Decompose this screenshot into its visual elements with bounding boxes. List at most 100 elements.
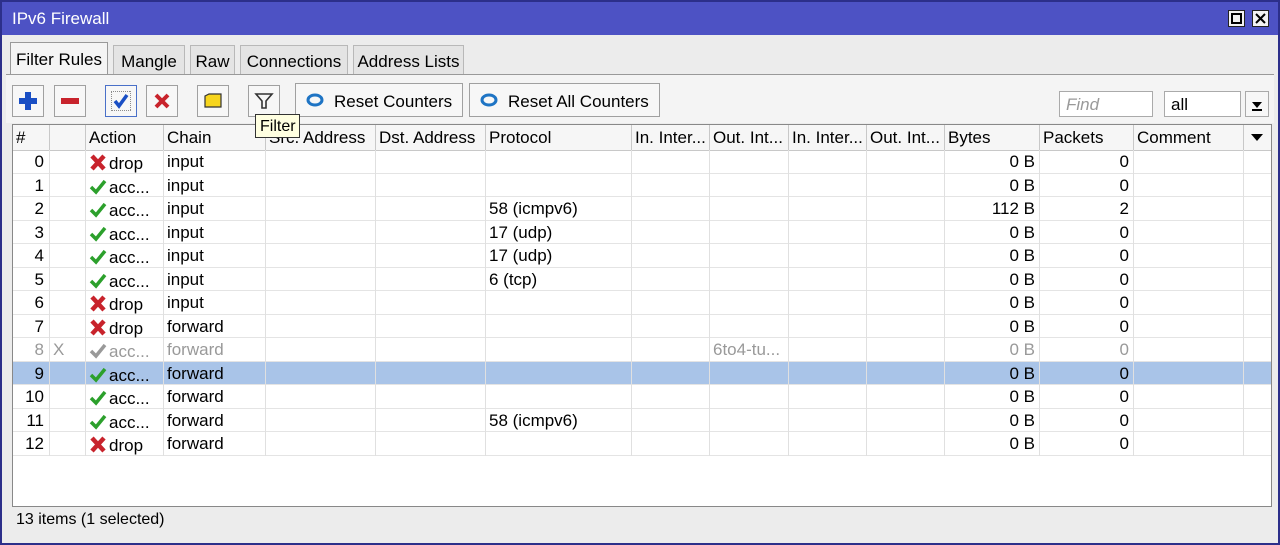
cell-bytes: 0 B [945, 267, 1040, 291]
action-label: acc... [109, 342, 150, 361]
dropdown-arrow-icon [1252, 102, 1262, 111]
table-row[interactable]: 5 acc... input 6 (tcp) 0 B0 [13, 267, 1271, 291]
disable-button[interactable] [146, 85, 178, 117]
cell-dst-address [376, 408, 486, 432]
cell-index: 9 [13, 361, 50, 385]
column-header-action[interactable]: Action [86, 125, 164, 150]
column-header-chain[interactable]: Chain [164, 125, 266, 150]
column-header-out-interface-list[interactable]: Out. Int... [867, 125, 945, 150]
table-row[interactable]: 12 drop forward 0 B0 [13, 432, 1271, 456]
chevron-down-icon [1251, 134, 1263, 141]
maximize-button[interactable] [1228, 10, 1245, 27]
cell-action: acc... [86, 408, 164, 432]
cell-action: drop [86, 314, 164, 338]
tab-raw[interactable]: Raw [190, 45, 235, 75]
status-bar: 13 items (1 selected) [16, 511, 165, 528]
table-row[interactable]: 10 acc... forward 0 B0 [13, 385, 1271, 409]
tab-mangle[interactable]: Mangle [113, 45, 185, 75]
cell-in-interface-list [789, 197, 867, 221]
cell-out-interface-list [867, 432, 945, 456]
reset-counters-button[interactable]: Reset Counters [295, 83, 463, 117]
cell-out-interface-list [867, 385, 945, 409]
cell-dst-address [376, 244, 486, 268]
column-header-comment[interactable]: Comment [1134, 125, 1244, 150]
table-row[interactable]: 3 acc... input 17 (udp) 0 B0 [13, 220, 1271, 244]
cell-comment [1134, 408, 1244, 432]
table-row[interactable]: 2 acc... input 58 (icmpv6) 112 B2 [13, 197, 1271, 221]
cell-comment [1134, 338, 1244, 362]
close-button[interactable] [1252, 10, 1269, 27]
tab-address-lists[interactable]: Address Lists [353, 45, 464, 75]
table-row[interactable]: 1 acc... input 0 B0 [13, 173, 1271, 197]
cell-dst-address [376, 173, 486, 197]
cell-in-interface [632, 408, 710, 432]
remove-button[interactable] [54, 85, 86, 117]
cell-index: 12 [13, 432, 50, 456]
cell-in-interface-list [789, 291, 867, 315]
cell-in-interface-list [789, 432, 867, 456]
cell-action: acc... [86, 267, 164, 291]
drop-icon [90, 436, 106, 453]
maximize-icon [1231, 13, 1242, 24]
title-bar[interactable]: IPv6 Firewall [2, 2, 1278, 35]
accept-icon [89, 367, 107, 383]
table-row[interactable]: 11 acc... forward 58 (icmpv6) 0 B0 [13, 408, 1271, 432]
cell-packets: 0 [1040, 291, 1134, 315]
cell-comment [1134, 314, 1244, 338]
table-row[interactable]: 6 drop input 0 B0 [13, 291, 1271, 315]
cell-src-address [266, 385, 376, 409]
table-row[interactable]: 4 acc... input 17 (udp) 0 B0 [13, 244, 1271, 268]
column-menu-button[interactable] [1244, 125, 1271, 150]
close-icon [1255, 13, 1266, 24]
column-header-dst-address[interactable]: Dst. Address [376, 125, 486, 150]
table-row[interactable]: 7 drop forward 0 B0 [13, 314, 1271, 338]
cell-bytes: 0 B [945, 220, 1040, 244]
tab-connections[interactable]: Connections [240, 45, 348, 75]
accept-icon [89, 390, 107, 406]
enable-button[interactable] [105, 85, 137, 117]
filter-dropdown-button[interactable] [1245, 91, 1269, 117]
cell-in-interface-list [789, 267, 867, 291]
cell-protocol [486, 173, 632, 197]
column-header-in-interface[interactable]: In. Inter... [632, 125, 710, 150]
column-header-index[interactable]: # [13, 125, 50, 150]
column-header-flag[interactable] [50, 125, 86, 150]
cell-index: 8 [13, 338, 50, 362]
cell-src-address [266, 408, 376, 432]
reset-all-counters-button[interactable]: Reset All Counters [469, 83, 660, 117]
cell-dst-address [376, 150, 486, 174]
column-header-in-interface-list[interactable]: In. Inter... [789, 125, 867, 150]
cell-index: 10 [13, 385, 50, 409]
cell-in-interface [632, 244, 710, 268]
filter-select[interactable]: all [1164, 91, 1241, 117]
cell-chain: forward [164, 361, 266, 385]
remove-icon [61, 98, 79, 104]
filter-button[interactable] [248, 85, 280, 117]
cell-in-interface [632, 291, 710, 315]
accept-icon [89, 343, 107, 359]
ipv6-firewall-window: IPv6 Firewall Filter Rules Mangle Raw Co… [0, 0, 1280, 545]
comment-button[interactable] [197, 85, 229, 117]
add-button[interactable] [12, 85, 44, 117]
table-row[interactable]: 0 drop input 0 B0 [13, 150, 1271, 174]
cell-in-interface [632, 314, 710, 338]
column-header-out-interface[interactable]: Out. Int... [710, 125, 789, 150]
cell-src-address [266, 267, 376, 291]
table-row[interactable]: 8 Xacc... forward 6to4-tu... 0 B0 [13, 338, 1271, 362]
column-header-packets[interactable]: Packets [1040, 125, 1134, 150]
cell-flag [50, 314, 86, 338]
cell-protocol [486, 385, 632, 409]
column-header-protocol[interactable]: Protocol [486, 125, 632, 150]
cell-in-interface-list [789, 385, 867, 409]
cell-in-interface [632, 197, 710, 221]
table-row[interactable]: 9 acc... forward 0 B0 [13, 361, 1271, 385]
column-header-bytes[interactable]: Bytes [945, 125, 1040, 150]
action-label: acc... [109, 271, 150, 291]
cell-in-interface [632, 173, 710, 197]
tab-filter-rules[interactable]: Filter Rules [10, 42, 108, 76]
window-title: IPv6 Firewall [12, 9, 110, 28]
cell-packets: 0 [1040, 244, 1134, 268]
find-input[interactable]: Find [1059, 91, 1153, 117]
cell-index: 1 [13, 173, 50, 197]
cell-out-interface [710, 314, 789, 338]
